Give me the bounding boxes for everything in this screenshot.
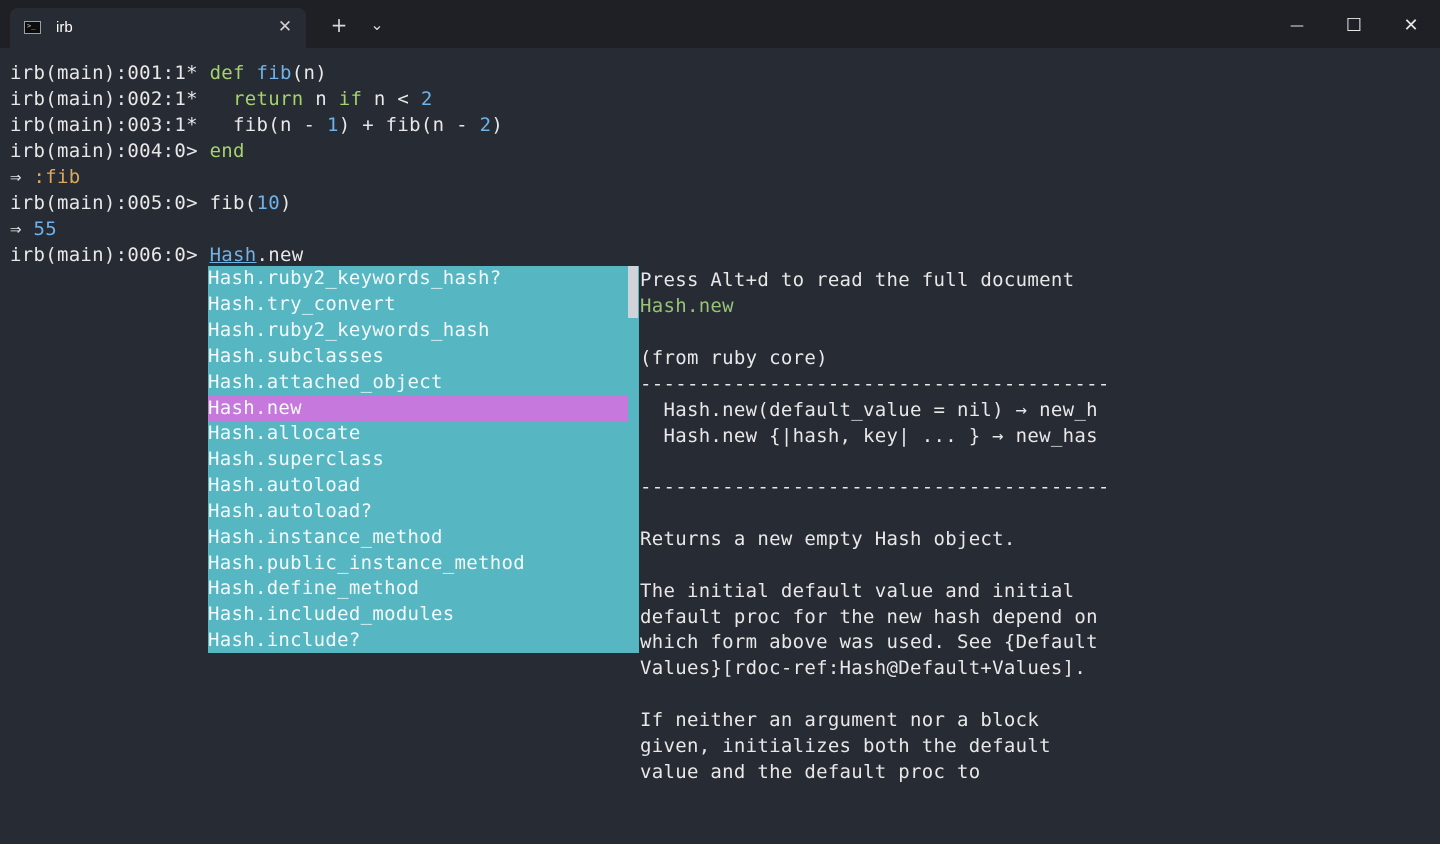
doc-title: Hash.new [640,295,734,317]
close-tab-button[interactable]: ✕ [274,16,296,38]
terminal-line: irb(main):001:1* def fib(n) [10,60,327,86]
completion-item-selected[interactable]: Hash.new [208,396,628,421]
method-name: fib [256,62,292,84]
code-text: ) [491,114,504,136]
tab-irb[interactable]: >_ irb ✕ [10,8,306,48]
number: 1 [326,114,339,136]
prompt: irb(main):004:0> [10,140,210,162]
doc-hint: Press Alt+d to read the full document [640,269,1075,291]
code-text: (n) [291,62,327,84]
terminal-line: ⇒ :fib [10,164,80,190]
code-text: n < [362,88,421,110]
minimize-button[interactable]: — [1274,6,1320,46]
completion-menu[interactable]: Hash.ruby2_keywords_hash? Hash.try_conve… [208,266,639,653]
keyword: return [233,88,304,110]
title-bar: >_ irb ✕ + ⌄ — ☐ ✕ [0,0,1440,48]
tab-dropdown-button[interactable]: ⌄ [360,12,394,38]
terminal-line: irb(main):005:0> fib(10) [10,190,292,216]
keyword: def [209,62,257,84]
completion-item[interactable]: Hash.superclass [208,447,628,472]
completion-item[interactable]: Hash.include? [208,628,628,653]
code-text: fib(n - [233,114,327,136]
keyword: end [209,140,245,162]
code-text: ) [280,192,292,214]
completion-scrollbar[interactable] [628,266,638,318]
doc-line: default proc for the new hash depend on [640,606,1098,628]
new-tab-button[interactable]: + [322,12,356,38]
completion-item[interactable]: Hash.instance_method [208,525,628,550]
doc-line: Values}[rdoc-ref:Hash@Default+Values]. [640,657,1087,679]
terminal-icon: >_ [24,21,41,34]
terminal-line: irb(main):003:1* fib(n - 1) + fib(n - 2) [10,112,503,138]
completion-item[interactable]: Hash.attached_object [208,370,628,395]
doc-line: given, initializes both the default [640,735,1051,757]
prompt: irb(main):002:1* [10,88,234,110]
tab-title: irb [56,19,73,36]
terminal-line: irb(main):004:0> end [10,138,245,164]
number: 2 [420,88,433,110]
code-text: ) + fib(n - [338,114,480,136]
constant: Hash [209,244,257,266]
code-text: fib( [209,192,257,214]
number: 10 [256,192,281,214]
prompt: irb(main):003:1* [10,114,234,136]
prompt: irb(main):006:0> [10,244,210,266]
close-window-button[interactable]: ✕ [1388,6,1434,46]
completion-item[interactable]: Hash.included_modules [208,602,628,627]
completion-item[interactable]: Hash.public_instance_method [208,551,628,576]
doc-signature: Hash.new(default_value = nil) → new_h [640,399,1098,421]
completion-item[interactable]: Hash.ruby2_keywords_hash [208,318,628,343]
number: 2 [479,114,492,136]
completion-item[interactable]: Hash.allocate [208,421,628,446]
result-arrow: ⇒ [10,218,34,240]
terminal-line: ⇒ 55 [10,216,57,242]
completion-item[interactable]: Hash.try_convert [208,292,628,317]
symbol: :fib [33,166,81,188]
code-text: n [303,88,339,110]
doc-line: value and the default proc to [640,761,981,783]
completion-item[interactable]: Hash.ruby2_keywords_hash? [208,266,628,291]
maximize-button[interactable]: ☐ [1331,6,1377,46]
prompt: irb(main):001:1* [10,62,210,84]
doc-line: The initial default value and initial [640,580,1075,602]
code-text: .new [256,244,304,266]
doc-line: which form above was used. See {Default [640,631,1098,653]
completion-item[interactable]: Hash.autoload [208,473,628,498]
doc-divider: ---------------------------------------- [640,373,1110,395]
result-arrow: ⇒ [10,166,34,188]
terminal-line: irb(main):002:1* return n if n < 2 [10,86,433,112]
doc-signature: Hash.new {|hash, key| ... } → new_has [640,425,1098,447]
doc-line: If neither an argument nor a block [640,709,1040,731]
number: 55 [33,218,57,240]
terminal-input-line[interactable]: irb(main):006:0> Hash.new [10,242,304,268]
doc-divider: ---------------------------------------- [640,476,1110,498]
completion-item[interactable]: Hash.subclasses [208,344,628,369]
completion-item[interactable]: Hash.define_method [208,576,628,601]
doc-line: Returns a new empty Hash object. [640,528,1016,550]
doc-line: (from ruby core) [640,347,828,369]
prompt: irb(main):005:0> [10,192,210,214]
keyword: if [338,88,363,110]
completion-item[interactable]: Hash.autoload? [208,499,628,524]
